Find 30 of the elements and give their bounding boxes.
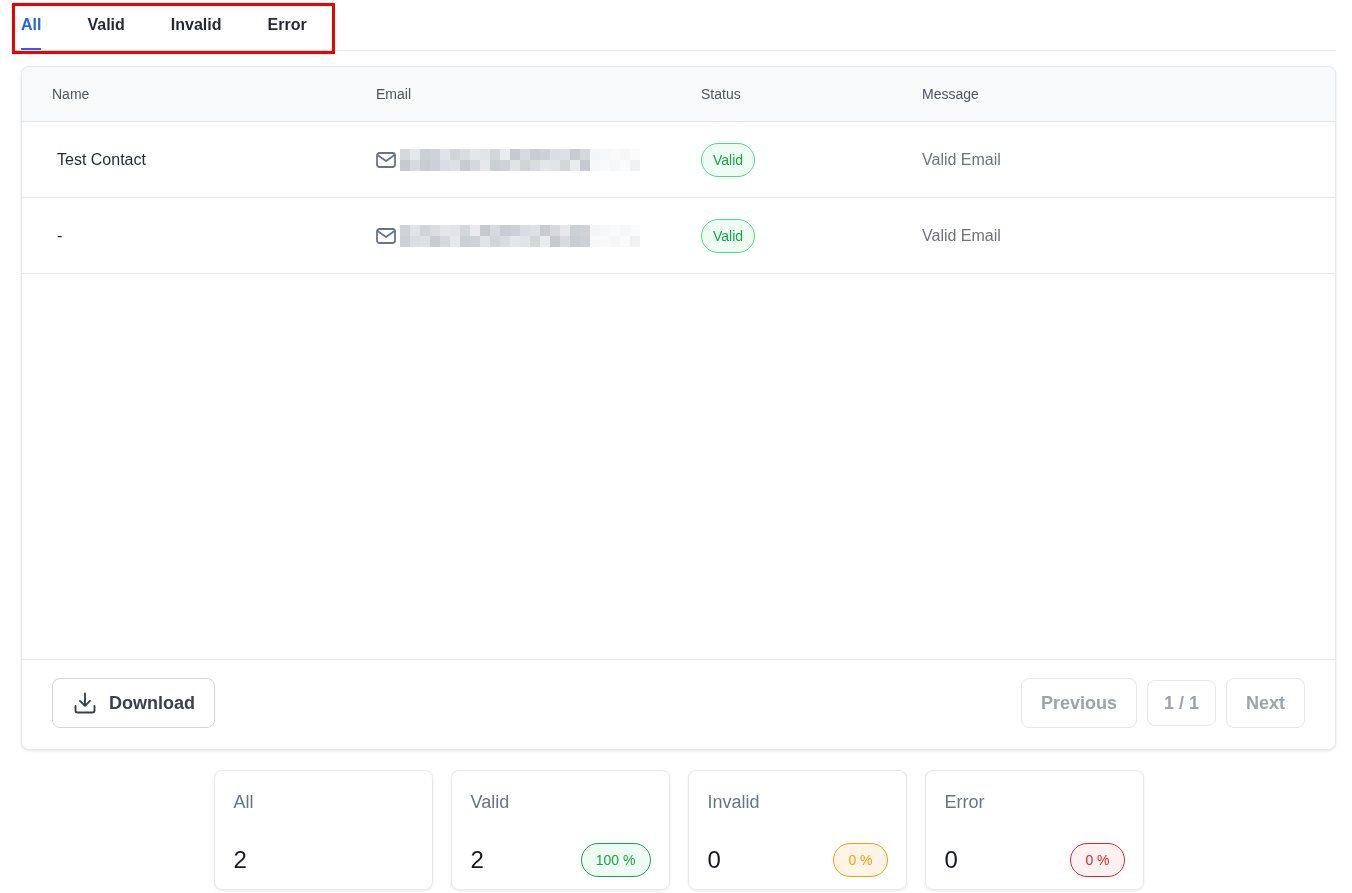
envelope-icon	[376, 227, 396, 244]
percent-badge: 0 %	[1070, 843, 1125, 877]
table-cell-text: Valid Email	[922, 225, 1001, 246]
stat-label: Valid	[470, 791, 510, 814]
stat-label: Error	[944, 791, 985, 814]
column-header: Message	[922, 85, 979, 104]
percent-badge: 0 %	[833, 843, 888, 877]
column-header: Email	[376, 85, 411, 104]
tab[interactable]: Invalid	[170, 0, 222, 50]
envelope-icon	[376, 151, 396, 168]
stat-label: Invalid	[707, 791, 760, 814]
stat-count: 2	[470, 846, 484, 874]
download-button[interactable]: Download	[52, 678, 215, 728]
column-header: Name	[52, 85, 90, 104]
page-indicator: 1 / 1	[1146, 680, 1216, 726]
tab[interactable]: All	[21, 0, 42, 50]
stat-label: All	[233, 791, 254, 814]
stat-count: 2	[233, 846, 247, 874]
tab[interactable]: Error	[267, 0, 307, 50]
download-icon	[74, 692, 96, 714]
table-cell-text: Valid Email	[922, 149, 1001, 170]
status-badge: Valid	[701, 218, 756, 253]
status-badge: Valid	[701, 142, 756, 177]
tab[interactable]: Valid	[87, 0, 125, 50]
column-header: Status	[701, 85, 741, 104]
stat-count: 0	[707, 846, 721, 874]
table-cell-text: Test Contact	[57, 149, 146, 170]
table-cell-text: -	[57, 225, 63, 246]
stat-count: 0	[944, 846, 958, 874]
percent-badge: 100 %	[580, 843, 651, 877]
